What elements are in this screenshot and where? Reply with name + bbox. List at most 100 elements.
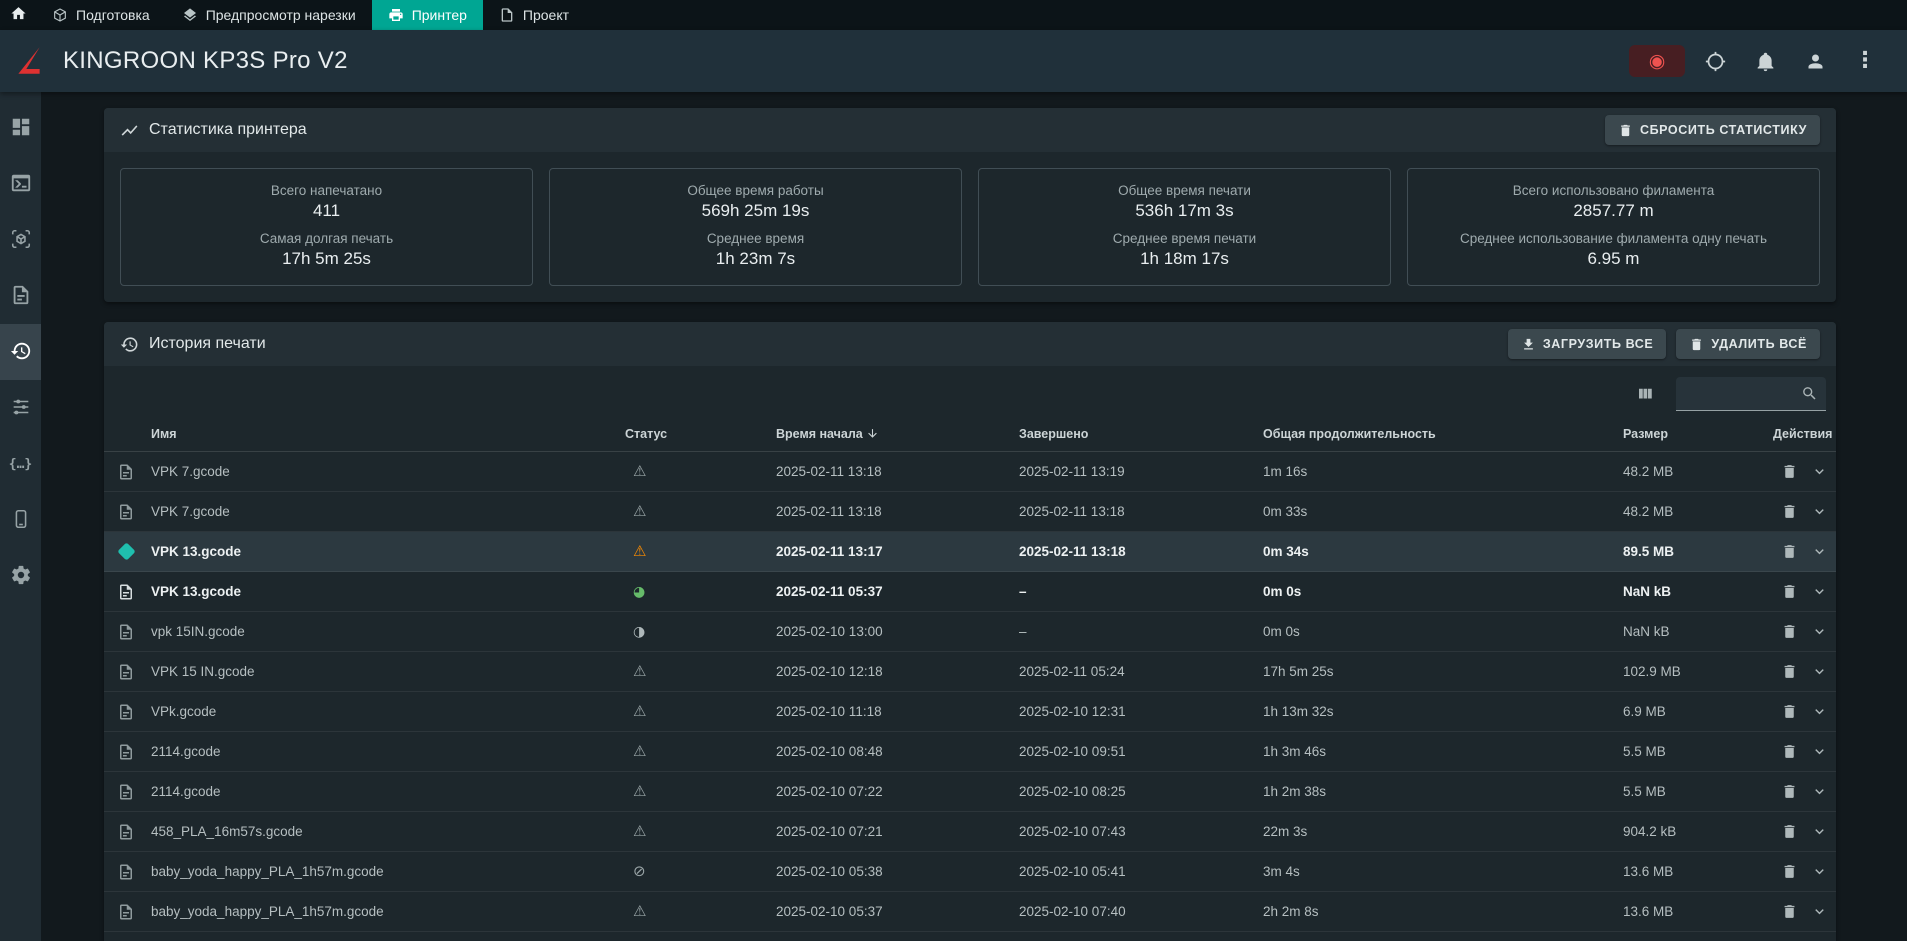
total-duration: 0m 33s (1263, 504, 1623, 519)
history-table-body: VPK 7.gcode 2025-02-11 13:18 2025-02-11 … (104, 452, 1836, 941)
end-time: 2025-02-10 05:41 (1019, 864, 1263, 879)
table-row[interactable]: baby_yoda_happy_PLA_1h57m.gcode 2025-02-… (104, 892, 1836, 932)
status-icon (633, 462, 646, 480)
delete-job-button[interactable] (1779, 621, 1800, 642)
table-row[interactable]: baby_yoda_happy_PLA_1h57m.gcode 2025-02-… (104, 852, 1836, 892)
printer-statistics-panel: Статистика принтера СБРОСИТЬ СТАТИСТИКУ … (104, 108, 1836, 302)
stat-label: Всего напечатано (131, 183, 522, 198)
table-row[interactable]: VPK 13.gcode 2025-02-11 13:17 2025-02-11… (104, 532, 1836, 572)
delete-job-button[interactable] (1779, 741, 1800, 762)
column-header-end[interactable]: Завершено (1019, 427, 1263, 441)
status-icon (633, 822, 646, 840)
column-header-status[interactable]: Статус (625, 427, 776, 441)
column-header-start[interactable]: Время начала (776, 427, 1019, 441)
expand-row-button[interactable] (1809, 861, 1830, 882)
stats-panel-header: Статистика принтера СБРОСИТЬ СТАТИСТИКУ (104, 108, 1836, 152)
tab-printer[interactable]: Принтер (372, 0, 483, 30)
total-duration: 3m 4s (1263, 864, 1623, 879)
table-row[interactable]: baby_yoda_happy_PLA_1h57m.gcode 2025-02-… (104, 932, 1836, 941)
expand-row-button[interactable] (1809, 781, 1830, 802)
column-header-size[interactable]: Размер (1623, 427, 1773, 441)
table-columns-icon[interactable] (1636, 385, 1654, 403)
sidebar-item-dashboard[interactable] (0, 100, 41, 156)
sidebar-item-machine[interactable] (0, 492, 41, 548)
search-input[interactable] (1684, 386, 1801, 401)
delete-job-button[interactable] (1779, 821, 1800, 842)
reset-statistics-button[interactable]: СБРОСИТЬ СТАТИСТИКУ (1605, 115, 1820, 145)
expand-row-button[interactable] (1809, 501, 1830, 522)
tab-prepare[interactable]: Подготовка (36, 0, 166, 30)
macros-icon (9, 456, 32, 472)
stat-label: Среднее время (560, 231, 951, 246)
table-row[interactable]: 458_PLA_16m57s.gcode 2025-02-10 07:21 20… (104, 812, 1836, 852)
start-time: 2025-02-10 12:18 (776, 664, 1019, 679)
delete-job-button[interactable] (1779, 861, 1800, 882)
column-header-duration[interactable]: Общая продолжительность (1263, 427, 1623, 441)
file-name: VPK 13.gcode (151, 584, 625, 599)
gcode-preview-icon (10, 228, 32, 253)
tab-project[interactable]: Проект (483, 0, 585, 30)
crosshairs-icon[interactable] (1695, 41, 1735, 81)
file-name: 458_PLA_16m57s.gcode (151, 824, 625, 839)
gcode-file-icon (117, 463, 135, 481)
expand-row-button[interactable] (1809, 821, 1830, 842)
sidebar-item-console[interactable] (0, 156, 41, 212)
delete-job-button[interactable] (1779, 661, 1800, 682)
table-row[interactable]: vpk 15IN.gcode 2025-02-10 13:00 – 0m 0s … (104, 612, 1836, 652)
history-table: Имя Статус Время начала Завершено Общая … (104, 416, 1836, 941)
delete-job-button[interactable] (1779, 781, 1800, 802)
delete-job-button[interactable] (1779, 501, 1800, 522)
sidebar-item-tune[interactable] (0, 380, 41, 436)
delete-job-button[interactable] (1779, 541, 1800, 562)
download-all-button[interactable]: ЗАГРУЗИТЬ ВСЕ (1508, 329, 1667, 359)
stat-card: Общее время печати 536h 17m 3s Среднее в… (978, 168, 1391, 286)
delete-all-button[interactable]: УДАЛИТЬ ВСЁ (1676, 329, 1820, 359)
total-duration: 0m 0s (1263, 624, 1623, 639)
account-icon[interactable] (1795, 41, 1835, 81)
sidebar-item-settings[interactable] (0, 548, 41, 604)
end-time: 2025-02-11 13:18 (1019, 504, 1263, 519)
expand-row-button[interactable] (1809, 701, 1830, 722)
total-duration: 1h 2m 38s (1263, 784, 1623, 799)
table-row[interactable]: VPk.gcode 2025-02-10 11:18 2025-02-10 12… (104, 692, 1836, 732)
status-icon (633, 622, 645, 640)
delete-job-button[interactable] (1779, 581, 1800, 602)
emergency-stop-icon[interactable] (1629, 45, 1685, 77)
expand-row-button[interactable] (1809, 661, 1830, 682)
expand-row-button[interactable] (1809, 741, 1830, 762)
sidebar-item-macros[interactable] (0, 436, 41, 492)
home-button[interactable] (0, 0, 36, 30)
table-row[interactable]: VPK 15 IN.gcode 2025-02-10 12:18 2025-02… (104, 652, 1836, 692)
table-row[interactable]: VPK 7.gcode 2025-02-11 13:18 2025-02-11 … (104, 452, 1836, 492)
status-icon (633, 502, 646, 520)
table-row[interactable]: VPK 13.gcode 2025-02-11 05:37 – 0m 0s Na… (104, 572, 1836, 612)
start-time: 2025-02-10 13:00 (776, 624, 1019, 639)
delete-job-button[interactable] (1779, 461, 1800, 482)
sort-descending-icon (866, 427, 879, 440)
column-header-name[interactable]: Имя (151, 427, 625, 441)
expand-row-button[interactable] (1809, 901, 1830, 922)
delete-job-button[interactable] (1779, 701, 1800, 722)
slicer-tab-bar: Подготовка Предпросмотр нарезки Принтер … (0, 0, 1907, 30)
stat-card: Всего использовано филамента 2857.77 m С… (1407, 168, 1820, 286)
expand-row-button[interactable] (1809, 621, 1830, 642)
expand-row-button[interactable] (1809, 541, 1830, 562)
table-row[interactable]: VPK 7.gcode 2025-02-11 13:18 2025-02-11 … (104, 492, 1836, 532)
status-icon (633, 862, 646, 880)
expand-row-button[interactable] (1809, 581, 1830, 602)
table-row[interactable]: 2114.gcode 2025-02-10 08:48 2025-02-10 0… (104, 732, 1836, 772)
bell-icon[interactable] (1745, 41, 1785, 81)
sidebar-item-files[interactable] (0, 268, 41, 324)
file-size: NaN kB (1623, 624, 1773, 639)
tab-slice-preview[interactable]: Предпросмотр нарезки (166, 0, 372, 30)
dots-menu-icon[interactable] (1845, 41, 1885, 81)
table-row[interactable]: 2114.gcode 2025-02-10 07:22 2025-02-10 0… (104, 772, 1836, 812)
expand-row-button[interactable] (1809, 461, 1830, 482)
sidebar-item-history[interactable] (0, 324, 41, 380)
end-time: 2025-02-10 09:51 (1019, 744, 1263, 759)
stat-value: 17h 5m 25s (131, 249, 522, 269)
start-time: 2025-02-10 05:37 (776, 904, 1019, 919)
sidebar-item-gcode-preview[interactable] (0, 212, 41, 268)
stat-value: 1h 18m 17s (989, 249, 1380, 269)
delete-job-button[interactable] (1779, 901, 1800, 922)
